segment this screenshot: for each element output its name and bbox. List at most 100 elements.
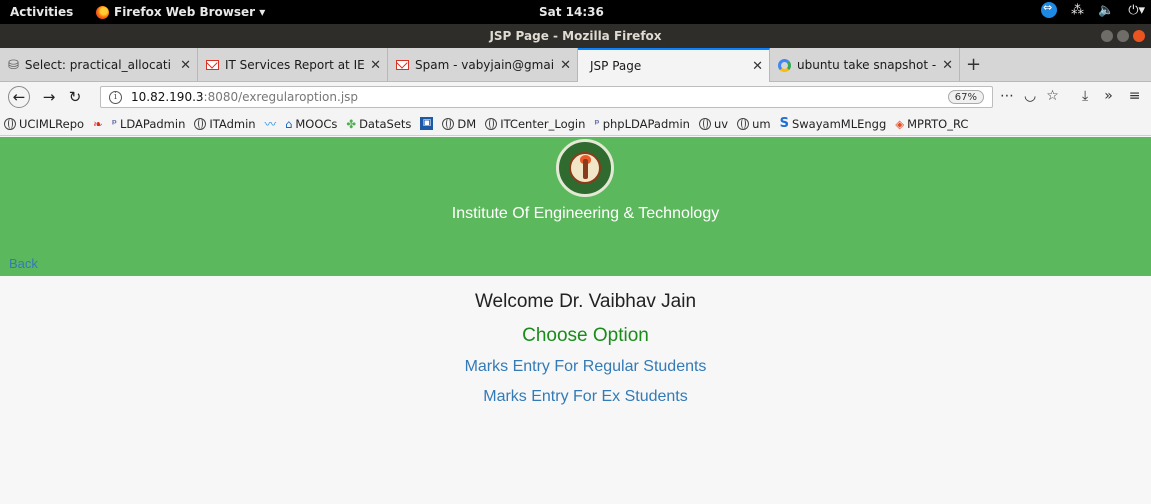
globe-icon bbox=[737, 117, 750, 130]
google-icon bbox=[778, 58, 791, 72]
globe-icon bbox=[442, 117, 455, 130]
app-menu[interactable]: Firefox Web Browser ▾ bbox=[96, 5, 265, 19]
institute-logo bbox=[556, 139, 614, 197]
url-path: :8080/exregularoption.jsp bbox=[203, 90, 359, 104]
window-title: JSP Page - Mozilla Firefox bbox=[489, 29, 662, 43]
tab-strip: ⛁ Select: practical_allocati ✕ IT Servic… bbox=[0, 48, 1151, 82]
bookmark-itadmin[interactable]: ITAdmin bbox=[194, 116, 256, 131]
wave-icon: 〰 bbox=[264, 116, 277, 131]
reload-button[interactable]: ↻ bbox=[64, 86, 86, 108]
database-icon: ⛁ bbox=[8, 57, 19, 73]
bookmark-label: DataSets bbox=[359, 116, 412, 131]
choose-option-heading: Choose Option bbox=[522, 325, 649, 346]
firefox-icon bbox=[96, 5, 109, 19]
mprto-icon: ◈ bbox=[895, 116, 905, 131]
bookmark-star-icon[interactable]: ☆ bbox=[1046, 88, 1059, 104]
hamburger-menu-icon[interactable]: ≡ bbox=[1129, 88, 1141, 104]
bookmark-label: um bbox=[752, 116, 771, 131]
navigation-bar: ← → ↻ i 10.82.190.3:8080/exregularoption… bbox=[0, 82, 1151, 112]
toolbar-right: ⤓ » ≡ bbox=[1082, 88, 1141, 104]
datasets-icon: ✤ bbox=[346, 116, 357, 131]
back-button[interactable]: ← bbox=[8, 86, 30, 108]
window-controls bbox=[1101, 30, 1145, 42]
downloads-icon[interactable]: ⤓ bbox=[1082, 88, 1088, 104]
bookmark-ucimlrepo[interactable]: UCIMLRepo bbox=[4, 117, 84, 131]
zoom-indicator[interactable]: 67% bbox=[947, 90, 984, 104]
mooc-icon: ⌂ bbox=[285, 116, 293, 131]
marks-entry-regular-link[interactable]: Marks Entry For Regular Students bbox=[465, 358, 707, 375]
bookmark-moocs[interactable]: ⌂ MOOCs bbox=[285, 117, 337, 131]
bookmark-wave[interactable]: 〰 bbox=[265, 116, 277, 132]
teamviewer-icon[interactable] bbox=[1041, 1, 1057, 18]
torch-icon bbox=[583, 159, 588, 179]
bookmark-um[interactable]: um bbox=[737, 117, 771, 131]
tab-it-services-report[interactable]: IT Services Report at IET- ✕ bbox=[198, 48, 388, 82]
power-icon[interactable]: ⏻▾ bbox=[1128, 3, 1145, 18]
globe-icon bbox=[194, 117, 207, 130]
bookmark-dm[interactable]: DM bbox=[442, 117, 476, 131]
bookmark-mprto-rc[interactable]: ◈ MPRTO_RC bbox=[895, 117, 968, 131]
ex-students-option: Marks Entry For Ex Students bbox=[0, 388, 1151, 406]
activities-button[interactable]: Activities bbox=[10, 5, 73, 19]
system-top-bar: Activities Firefox Web Browser ▾ Sat 14:… bbox=[0, 0, 1151, 24]
pocket-icon[interactable]: ◡ bbox=[1024, 88, 1036, 104]
bookmark-label: uv bbox=[713, 116, 729, 131]
forward-button[interactable]: → bbox=[38, 86, 60, 108]
bookmark-label: SwayamMLEngg bbox=[791, 116, 887, 131]
back-link[interactable]: Back bbox=[9, 256, 38, 271]
volume-icon[interactable]: 🔈 bbox=[1098, 3, 1114, 18]
overflow-chevron-icon[interactable]: » bbox=[1104, 88, 1113, 104]
close-tab-icon[interactable]: ✕ bbox=[942, 58, 953, 73]
tab-jsp-page[interactable]: JSP Page ✕ bbox=[578, 48, 770, 82]
tab-label: JSP Page bbox=[590, 59, 642, 73]
tab-practical-allocation[interactable]: ⛁ Select: practical_allocati ✕ bbox=[0, 48, 198, 82]
close-window-button[interactable] bbox=[1133, 30, 1145, 42]
tab-ubuntu-snapshot[interactable]: ubuntu take snapshot - G ✕ bbox=[770, 48, 960, 82]
page-actions-icon[interactable]: ⋯ bbox=[1000, 88, 1014, 104]
globe-icon bbox=[485, 117, 498, 130]
tab-spam[interactable]: Spam - vabyjain@gmail.c ✕ bbox=[388, 48, 578, 82]
bookmark-swayammlengg[interactable]: S SwayamMLEngg bbox=[780, 116, 887, 131]
globe-icon bbox=[698, 117, 711, 130]
bookmark-itcenter-login[interactable]: ITCenter_Login bbox=[485, 117, 585, 131]
bookmark-label: UCIMLRepo bbox=[19, 116, 85, 131]
bookmarks-toolbar: UCIMLRepo ❧ ᵖ LDAPadmin ITAdmin 〰 ⌂ MOOCs … bbox=[0, 112, 1151, 136]
tab-label: Spam - vabyjain@gmail.c bbox=[415, 58, 555, 72]
clock[interactable]: Sat 14:36 bbox=[539, 5, 604, 19]
close-tab-icon[interactable]: ✕ bbox=[180, 58, 191, 73]
site-info-icon[interactable]: i bbox=[109, 90, 122, 104]
close-tab-icon[interactable]: ✕ bbox=[560, 58, 571, 73]
minimize-button[interactable] bbox=[1101, 30, 1113, 42]
globe-icon bbox=[4, 117, 16, 130]
close-tab-icon[interactable]: ✕ bbox=[752, 59, 763, 74]
bookmark-ldapadmin[interactable]: ᵖ LDAPadmin bbox=[112, 117, 186, 131]
bookmark-label: phpLDAPadmin bbox=[602, 116, 690, 131]
maximize-button[interactable] bbox=[1117, 30, 1129, 42]
system-tray[interactable]: ⁂ 🔈 ⏻▾ bbox=[1041, 1, 1145, 18]
close-tab-icon[interactable]: ✕ bbox=[370, 58, 381, 73]
bookmark-datasets[interactable]: ✤ DataSets bbox=[346, 117, 411, 131]
url-bar[interactable]: i 10.82.190.3:8080/exregularoption.jsp 6… bbox=[100, 86, 993, 108]
bookmark-label: ITAdmin bbox=[209, 116, 256, 131]
url-text[interactable]: 10.82.190.3:8080/exregularoption.jsp bbox=[131, 90, 358, 104]
new-tab-button[interactable]: + bbox=[966, 54, 981, 75]
phpldapadmin-icon: ᵖ bbox=[594, 117, 600, 130]
bookmark-phpldapadmin[interactable]: ᵖ phpLDAPadmin bbox=[594, 117, 690, 131]
bookmark-red-feather[interactable]: ❧ bbox=[93, 117, 103, 131]
tab-label: ubuntu take snapshot - G bbox=[797, 58, 937, 72]
marks-entry-ex-link[interactable]: Marks Entry For Ex Students bbox=[483, 388, 688, 405]
app-menu-label: Firefox Web Browser ▾ bbox=[114, 5, 266, 19]
bookmark-label: DM bbox=[457, 116, 477, 131]
red-feather-icon: ❧ bbox=[93, 116, 103, 131]
dm-box-icon: ▣ bbox=[420, 117, 434, 130]
url-host: 10.82.190.3 bbox=[131, 90, 204, 104]
gmail-icon bbox=[206, 60, 219, 70]
window-title-bar[interactable]: JSP Page - Mozilla Firefox bbox=[0, 24, 1151, 48]
header-banner: Institute Of Engineering & Technology Ba… bbox=[0, 137, 1151, 276]
page-content: Institute Of Engineering & Technology Ba… bbox=[0, 137, 1151, 504]
tab-label: Select: practical_allocati bbox=[24, 58, 171, 72]
bookmark-dm-box[interactable]: ▣ bbox=[420, 117, 434, 130]
accessibility-icon[interactable]: ⁂ bbox=[1071, 3, 1084, 18]
bookmark-label: MOOCs bbox=[295, 116, 338, 131]
bookmark-uv[interactable]: uv bbox=[698, 116, 729, 131]
